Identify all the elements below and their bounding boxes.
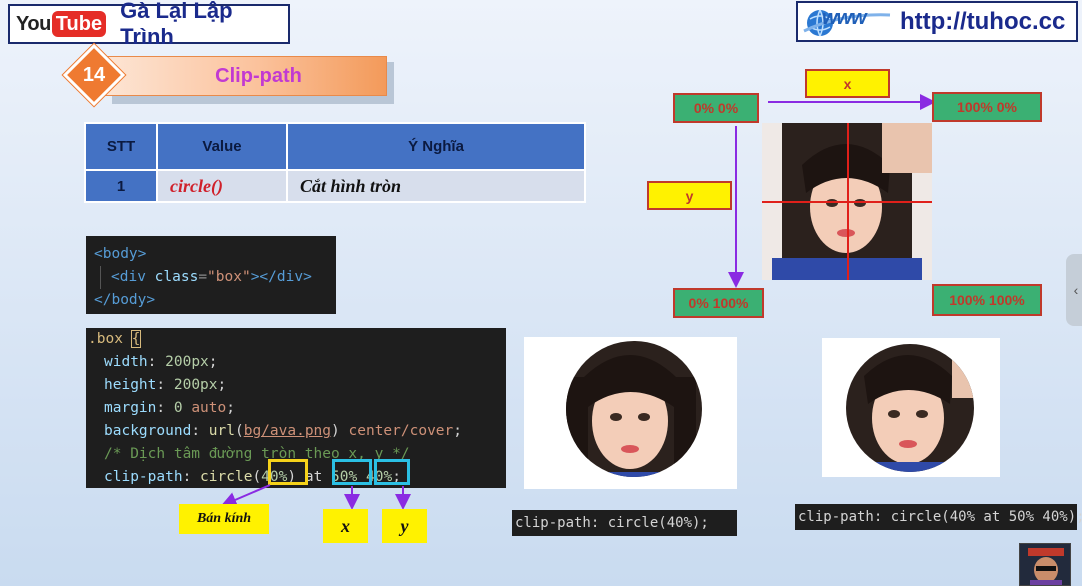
caption-circle-center: clip-path: circle(40%); xyxy=(512,510,737,536)
annotation-arrows xyxy=(220,94,936,510)
portrait-image xyxy=(846,344,974,472)
corner-label-bottom-right: 100% 100% xyxy=(932,284,1042,316)
corner-label-top-right: 100% 0% xyxy=(932,92,1042,122)
caption-circle-offset: clip-path: circle(40% at 50% 40%); xyxy=(795,504,1082,530)
y-label: y xyxy=(382,509,427,543)
x-label: x xyxy=(323,509,368,543)
diagram-x-label: x xyxy=(805,69,890,98)
corner-label-top-left: 0% 0% xyxy=(673,93,759,123)
chevron-left-icon[interactable]: ‹ xyxy=(1066,254,1082,326)
diagram-y-label: y xyxy=(647,181,732,210)
preview-circle-center xyxy=(524,337,737,489)
preview-circle-offset xyxy=(822,338,1000,477)
corner-label-bottom-left: 0% 100% xyxy=(673,288,764,318)
portrait-image xyxy=(762,123,932,280)
presenter-avatar xyxy=(1019,543,1071,586)
portrait-image xyxy=(566,341,702,477)
arrow-radius xyxy=(220,484,271,508)
coordinate-photo xyxy=(762,123,932,280)
radius-label: Bán kính xyxy=(179,504,269,534)
